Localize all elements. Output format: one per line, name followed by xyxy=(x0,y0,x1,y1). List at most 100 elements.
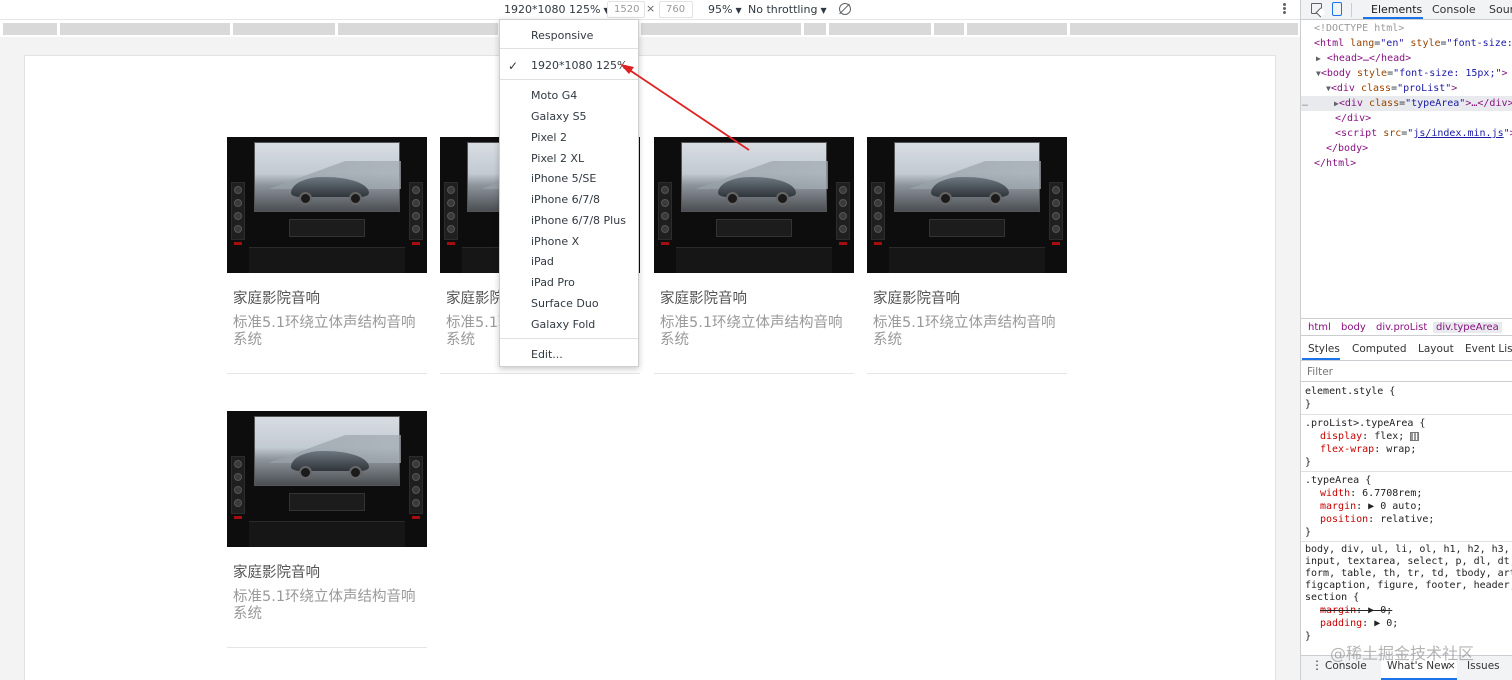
device-select[interactable]: 1920*1080 125%▼ xyxy=(504,3,610,16)
tab-console[interactable]: Console xyxy=(1432,3,1476,16)
devtools-panel: Elements Console Sourc <!DOCTYPE html> <… xyxy=(1300,0,1512,680)
product-card[interactable]: 家庭影院音响 标准5.1环绕立体声结构音响系统 xyxy=(867,137,1067,374)
zoom-label: 95% xyxy=(708,3,733,16)
media-query-segment[interactable] xyxy=(934,23,964,35)
media-query-segment[interactable] xyxy=(60,23,230,35)
tab-event-listeners[interactable]: Event Liste xyxy=(1465,343,1512,355)
device-dropdown-menu: Responsive ✓ 1920*1080 125% Moto G4 Gala… xyxy=(499,19,639,367)
breadcrumb-item[interactable]: body xyxy=(1341,322,1366,333)
menu-item-device[interactable]: iPhone 6/7/8 xyxy=(531,193,600,206)
style-property-overridden[interactable]: margin: ▶ 0; xyxy=(1320,604,1392,617)
menu-item-device[interactable]: Moto G4 xyxy=(531,89,577,102)
active-subtab-indicator xyxy=(1302,358,1340,360)
style-property[interactable]: position: relative; xyxy=(1320,513,1434,526)
dom-node-html-close[interactable]: </html> xyxy=(1314,157,1356,172)
dom-node-html[interactable]: <html lang="en" style="font-size: 9 xyxy=(1314,37,1512,52)
product-image xyxy=(654,137,854,273)
menu-item-device[interactable]: Pixel 2 xyxy=(531,131,567,144)
dom-node-body[interactable]: ▼<body style="font-size: 15px;"> xyxy=(1316,67,1508,82)
dom-node-script[interactable]: <script src="js/index.min.js">< xyxy=(1335,127,1512,142)
dom-node-prolist[interactable]: ▼<div class="proList"> xyxy=(1326,82,1457,97)
style-property[interactable]: display: flex; xyxy=(1320,430,1420,443)
media-query-segment[interactable] xyxy=(338,23,498,35)
zoom-select[interactable]: 95% ▼ xyxy=(708,3,742,16)
menu-divider xyxy=(500,48,638,49)
product-description: 标准5.1环绕立体声结构音响系统 xyxy=(660,315,843,348)
device-select-label: 1920*1080 125% xyxy=(504,3,601,16)
tab-computed[interactable]: Computed xyxy=(1352,343,1407,355)
menu-item-device[interactable]: iPhone 5/SE xyxy=(531,172,596,185)
menu-item-device[interactable]: iPhone 6/7/8 Plus xyxy=(531,214,626,227)
styles-filter-input[interactable]: Filter xyxy=(1307,366,1333,378)
style-property[interactable]: padding: ▶ 0; xyxy=(1320,617,1398,630)
throttling-select[interactable]: No throttling ▼ xyxy=(748,3,827,16)
flexbox-editor-icon[interactable] xyxy=(1410,431,1420,441)
breadcrumb-item[interactable]: html xyxy=(1308,322,1331,333)
style-property[interactable]: margin: ▶ 0 auto; xyxy=(1320,500,1422,513)
dom-node-typearea[interactable]: … ▶<div class="typeArea">…</div> xyxy=(1302,97,1512,112)
emulated-page: 家庭影院音响 标准5.1环绕立体声结构音响系统 家庭影院音响 标准5.1环绕立体… xyxy=(24,55,1276,680)
media-query-segment[interactable] xyxy=(641,23,801,35)
product-title: 家庭影院音响 xyxy=(660,291,747,307)
media-query-bar xyxy=(0,21,1300,37)
dimension-separator: × xyxy=(646,2,656,15)
menu-item-device[interactable]: Surface Duo xyxy=(531,297,599,310)
style-property[interactable]: flex-wrap: wrap; xyxy=(1320,443,1416,456)
menu-item-device[interactable]: Pixel 2 XL xyxy=(531,152,584,165)
style-rule-selector[interactable]: .proList>.typeArea { xyxy=(1305,417,1425,430)
menu-divider xyxy=(500,79,638,80)
rotate-icon[interactable] xyxy=(839,3,851,15)
height-input[interactable]: 760 xyxy=(659,1,693,18)
tab-layout[interactable]: Layout xyxy=(1418,343,1454,355)
tab-elements[interactable]: Elements xyxy=(1371,3,1422,16)
product-title: 家庭影院音响 xyxy=(873,291,960,307)
style-property[interactable]: width: 6.7708rem; xyxy=(1320,487,1422,500)
product-card[interactable]: 家庭影院音响 标准5.1环绕立体声结构音响系统 xyxy=(654,137,854,374)
menu-item-device[interactable]: Galaxy Fold xyxy=(531,318,595,331)
media-query-segment[interactable] xyxy=(829,23,931,35)
styles-subtab-bar: Styles Computed Layout Event Liste xyxy=(1301,339,1512,361)
menu-item-device[interactable]: iPad xyxy=(531,255,554,268)
menu-item-device[interactable]: iPad Pro xyxy=(531,276,575,289)
media-query-segment[interactable] xyxy=(3,23,57,35)
breadcrumb: html body div.proList div.typeArea xyxy=(1301,318,1512,336)
device-toggle-icon[interactable] xyxy=(1332,2,1342,16)
style-rule-selector[interactable]: .typeArea { xyxy=(1305,474,1371,487)
breadcrumb-item-selected[interactable]: div.typeArea xyxy=(1433,322,1502,333)
active-tab-indicator xyxy=(1363,17,1423,19)
product-description: 标准5.1环绕立体声结构音响系统 xyxy=(233,589,416,622)
product-card[interactable]: 家庭影院音响 标准5.1环绕立体声结构音响系统 xyxy=(227,411,427,648)
product-card[interactable]: 家庭影院音响 标准5.1环绕立体声结构音响系统 xyxy=(227,137,427,374)
media-query-segment[interactable] xyxy=(967,23,1067,35)
dom-node-div-close[interactable]: </div> xyxy=(1335,112,1371,127)
dom-node-doctype[interactable]: <!DOCTYPE html> xyxy=(1314,22,1404,37)
media-query-segment[interactable] xyxy=(233,23,335,35)
media-query-segment[interactable] xyxy=(804,23,826,35)
media-query-segment[interactable] xyxy=(1070,23,1298,35)
chevron-down-icon: ▼ xyxy=(820,6,827,15)
watermark: @稀土掘金技术社区 xyxy=(1330,644,1475,663)
checkmark-icon: ✓ xyxy=(508,59,519,73)
style-rule-selector[interactable]: element.style { xyxy=(1305,385,1395,398)
tab-sources[interactable]: Sourc xyxy=(1489,3,1512,16)
more-options-icon[interactable] xyxy=(1281,2,1287,16)
menu-item-responsive[interactable]: Responsive xyxy=(531,29,593,42)
product-image xyxy=(227,411,427,547)
menu-item-device[interactable]: iPhone X xyxy=(531,235,579,248)
width-input[interactable]: 1520 xyxy=(607,1,645,18)
device-toolbar: 1920*1080 125%▼ 1520 × 760 95%▼ No throt… xyxy=(0,0,1300,20)
menu-item-edit[interactable]: Edit... xyxy=(531,348,563,361)
product-image xyxy=(227,137,427,273)
menu-item-selected-device[interactable]: 1920*1080 125% xyxy=(531,59,627,72)
menu-item-device[interactable]: Galaxy S5 xyxy=(531,110,587,123)
tab-styles[interactable]: Styles xyxy=(1308,343,1340,355)
devtools-tab-bar: Elements Console Sourc xyxy=(1301,0,1512,20)
dom-node-body-close[interactable]: </body> xyxy=(1326,142,1368,157)
inspect-element-icon[interactable] xyxy=(1311,3,1322,14)
dom-node-head[interactable]: ▶ <head>…</head> xyxy=(1316,52,1411,67)
drawer-menu-icon[interactable]: ⋮ xyxy=(1311,658,1323,672)
breadcrumb-item[interactable]: div.proList xyxy=(1376,322,1427,333)
product-description: 标准5.1环绕立体声结构音响系统 xyxy=(873,315,1056,348)
product-description: 标准5.1环绕立体声结构音响系统 xyxy=(233,315,416,348)
style-rule-selector[interactable]: section { xyxy=(1305,591,1359,604)
